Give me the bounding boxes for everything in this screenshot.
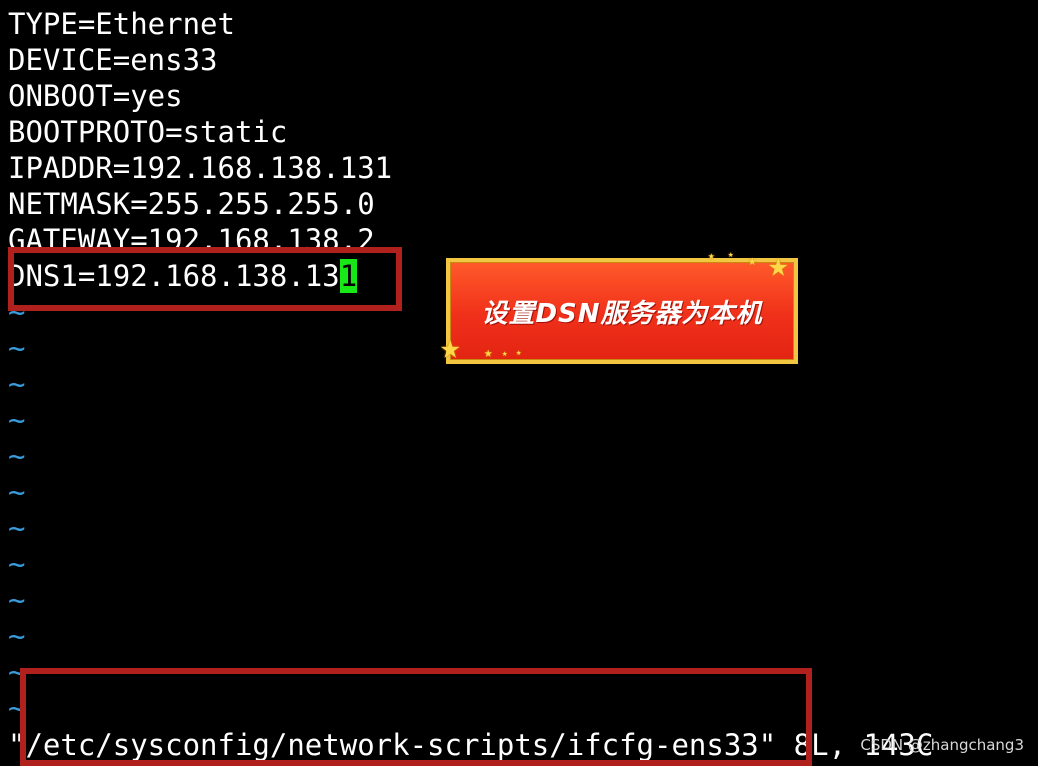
status-filename: "/etc/sysconfig/network-scripts/ifcfg-en… [8, 728, 777, 762]
csdn-watermark: CSDN @zhangchang3 [860, 736, 1024, 754]
config-line-bootproto: BOOTPROTO=static [8, 115, 288, 149]
config-line-gateway: GATEWAY=192.168.138.2 [8, 223, 375, 257]
empty-line-tilde: ~ [8, 547, 26, 581]
empty-line-tilde: ~ [8, 691, 26, 725]
star-icon: ★ [516, 348, 522, 358]
vim-status-line: "/etc/sysconfig/network-scripts/ifcfg-en… [8, 727, 933, 763]
star-icon: ★ [708, 249, 715, 262]
annotation-text: 设置DSN服务器为本机 [481, 298, 763, 329]
star-icon: ★ [728, 250, 734, 260]
star-icon: ★ [484, 345, 493, 361]
config-line-onboot: ONBOOT=yes [8, 79, 183, 113]
config-line-device: DEVICE=ens33 [8, 43, 218, 77]
empty-line-tilde: ~ [8, 619, 26, 653]
empty-line-tilde: ~ [8, 295, 26, 329]
empty-line-tilde: ~ [8, 583, 26, 617]
config-line-type: TYPE=Ethernet [8, 7, 235, 41]
star-icon: ★ [748, 253, 757, 269]
empty-line-tilde: ~ [8, 511, 26, 545]
dns1-text: DNS1=192.168.138.13 [8, 259, 340, 293]
star-icon: ★ [768, 245, 789, 285]
empty-line-tilde: ~ [8, 403, 26, 437]
config-line-dns1[interactable]: DNS1=192.168.138.131 [8, 258, 358, 294]
config-line-ipaddr: IPADDR=192.168.138.131 [8, 151, 393, 185]
empty-line-tilde: ~ [8, 367, 26, 401]
star-icon: ★ [440, 327, 461, 367]
empty-line-tilde: ~ [8, 655, 26, 689]
empty-line-tilde: ~ [8, 331, 26, 365]
star-icon: ★ [502, 349, 508, 359]
config-line-netmask: NETMASK=255.255.255.0 [8, 187, 375, 221]
vim-terminal-window[interactable]: TYPE=Ethernet DEVICE=ens33 ONBOOT=yes BO… [0, 0, 1038, 766]
annotation-banner: 设置DSN服务器为本机 [446, 258, 798, 364]
text-cursor: 1 [339, 259, 358, 293]
empty-line-tilde: ~ [8, 475, 26, 509]
empty-line-tilde: ~ [8, 439, 26, 473]
